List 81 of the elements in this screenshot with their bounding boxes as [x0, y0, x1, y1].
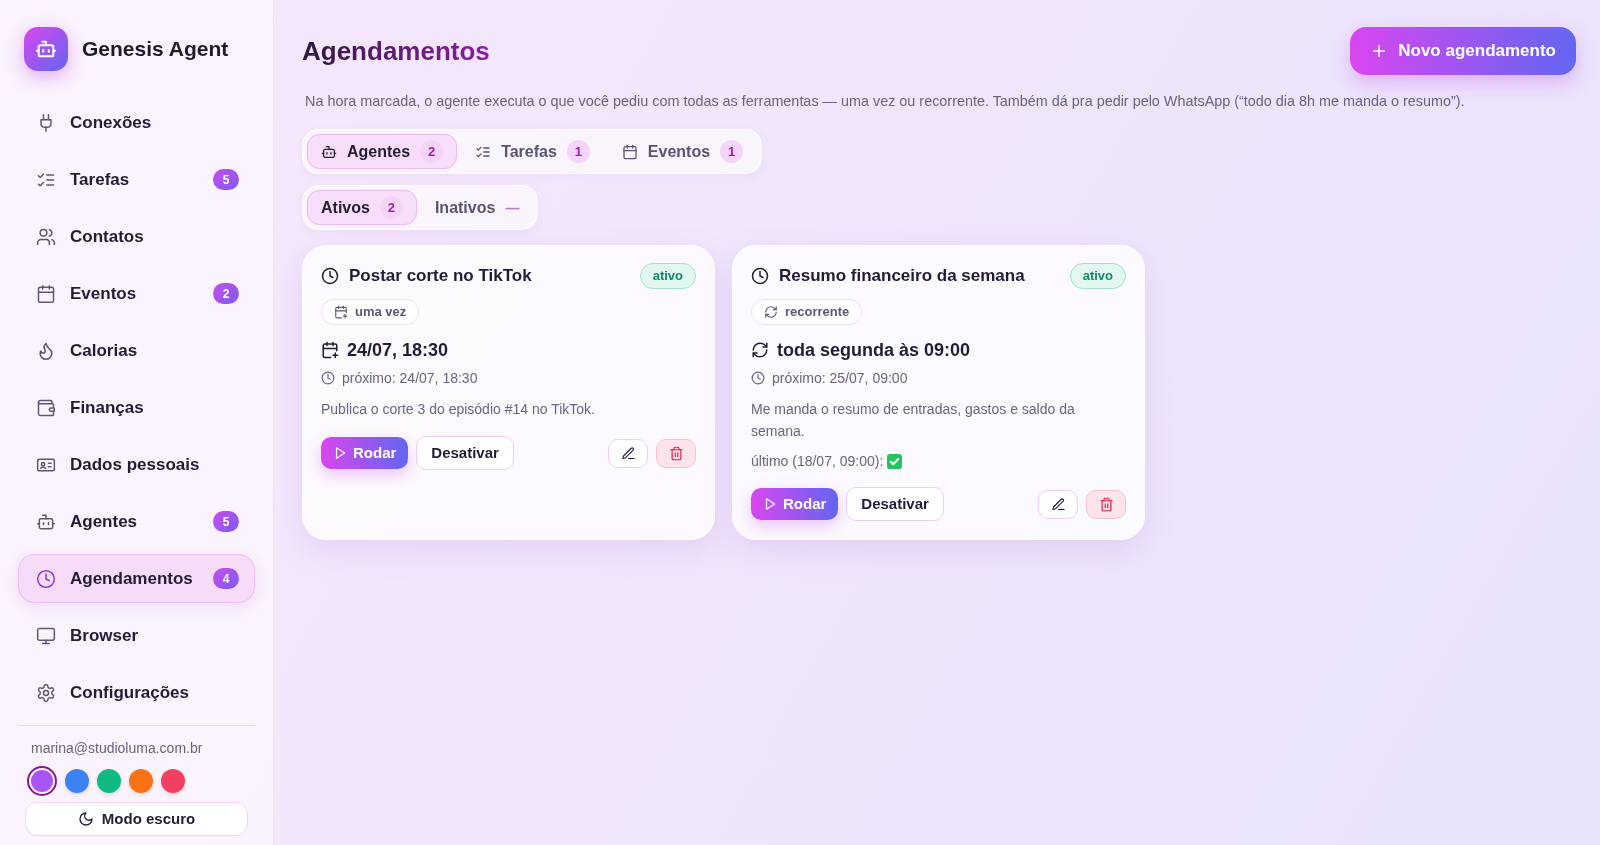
- trash-icon: [1098, 496, 1114, 512]
- type-tag: recorrente: [751, 299, 863, 325]
- clock-icon: [321, 371, 335, 385]
- color-swatch-icon[interactable]: [27, 766, 57, 796]
- moon-icon: [77, 811, 94, 827]
- monitor-icon: [36, 625, 56, 646]
- play-icon: [763, 497, 777, 511]
- calendar-icon: [621, 143, 638, 160]
- delete-button[interactable]: [656, 438, 696, 468]
- tab[interactable]: Agentes 2: [307, 134, 458, 169]
- color-swatch-icon[interactable]: [97, 769, 121, 793]
- nav-item[interactable]: Contatos: [18, 212, 255, 261]
- tab[interactable]: Inativos —: [420, 190, 534, 225]
- next-run-text: próximo: 25/07, 09:00: [772, 369, 908, 388]
- robot-logo-icon: [24, 27, 68, 71]
- wallet-icon: [36, 397, 56, 418]
- clock-icon: [36, 568, 56, 589]
- refresh-icon: [764, 305, 778, 319]
- calendar-icon: [36, 283, 56, 304]
- empty-count-text: —: [505, 198, 520, 218]
- deactivate-button[interactable]: Desativar: [846, 487, 944, 521]
- flame-icon: [36, 340, 56, 361]
- nav-item[interactable]: Tarefas 5: [18, 155, 255, 204]
- deactivate-button[interactable]: Desativar: [416, 436, 514, 470]
- run-button[interactable]: Rodar: [321, 437, 409, 469]
- calendar-plus-icon: [321, 341, 339, 359]
- color-swatch-icon[interactable]: [161, 769, 185, 793]
- next-run-text: próximo: 24/07, 18:30: [342, 369, 478, 388]
- robot-icon: [321, 143, 337, 160]
- nav-item[interactable]: Agentes 5: [18, 497, 255, 546]
- count-badge: 5: [213, 169, 239, 190]
- last-run-text: último (18/07, 09:00):: [751, 452, 884, 471]
- count-badge: 4: [213, 568, 239, 589]
- gear-icon: [36, 682, 56, 703]
- count-badge: 1: [566, 140, 590, 163]
- delete-button[interactable]: [1086, 489, 1126, 519]
- tab[interactable]: Tarefas 1: [461, 134, 604, 169]
- tab[interactable]: Eventos 1: [607, 134, 758, 169]
- nav-item[interactable]: Dados pessoais: [18, 440, 255, 489]
- count-badge: 1: [720, 140, 744, 163]
- schedule-time: toda segunda às 09:00: [777, 339, 971, 362]
- pencil-icon: [1050, 496, 1066, 512]
- type-tag: uma vez: [321, 299, 420, 325]
- calendar-plus-icon: [334, 305, 348, 319]
- user-email: marina@studioluma.com.br: [31, 739, 203, 758]
- card-description: Me manda o resumo de entradas, gastos e saldo da semana.: [751, 400, 1076, 441]
- nav-item[interactable]: Eventos 2: [18, 269, 255, 318]
- schedule-time: 24/07, 18:30: [347, 339, 449, 362]
- play-icon: [333, 446, 347, 460]
- count-badge: 2: [420, 140, 444, 163]
- status-badge: ativo: [1069, 263, 1126, 289]
- app-name: Genesis Agent: [82, 36, 229, 62]
- card-title: Resumo financeiro da semana: [779, 265, 1025, 287]
- card-description: Publica o corte 3 do episódio #14 no TikTok.: [321, 400, 596, 419]
- users-icon: [36, 226, 56, 247]
- refresh-icon: [751, 341, 769, 359]
- nav-item[interactable]: Conexões: [18, 98, 255, 147]
- nav-item[interactable]: Agendamentos 4: [18, 554, 255, 603]
- page-description: Na hora marcada, o agente executa o que você pediu com todas as ferramentas — uma vez ou recorrente. Também dá pra pedir pelo WhatsApp (“todo dia 8h me manda o resumo”).: [305, 92, 1465, 111]
- count-badge: 5: [213, 511, 239, 532]
- card-title: Postar corte no TikTok: [349, 265, 532, 287]
- nav-item[interactable]: Calorias: [18, 326, 255, 375]
- nav-item[interactable]: Configurações: [18, 668, 255, 717]
- pencil-icon: [620, 445, 636, 461]
- status-badge: ativo: [639, 263, 696, 289]
- color-swatch-icon[interactable]: [129, 769, 153, 793]
- color-swatch-icon[interactable]: [65, 769, 89, 793]
- clock-icon: [321, 267, 339, 285]
- run-button[interactable]: Rodar: [751, 488, 839, 520]
- tab[interactable]: Ativos 2: [307, 190, 417, 225]
- edit-button[interactable]: [1038, 489, 1078, 519]
- count-badge: 2: [379, 196, 403, 219]
- clock-icon: [751, 371, 765, 385]
- new-schedule-button[interactable]: Novo agendamento: [1350, 27, 1576, 75]
- clock-icon: [751, 267, 769, 285]
- trash-icon: [668, 445, 684, 461]
- nav-item[interactable]: Finanças: [18, 383, 255, 432]
- edit-button[interactable]: [608, 438, 648, 468]
- count-badge: 2: [213, 283, 239, 304]
- nav-item[interactable]: Browser: [18, 611, 255, 660]
- dark-mode-button[interactable]: Modo escuro: [25, 802, 248, 836]
